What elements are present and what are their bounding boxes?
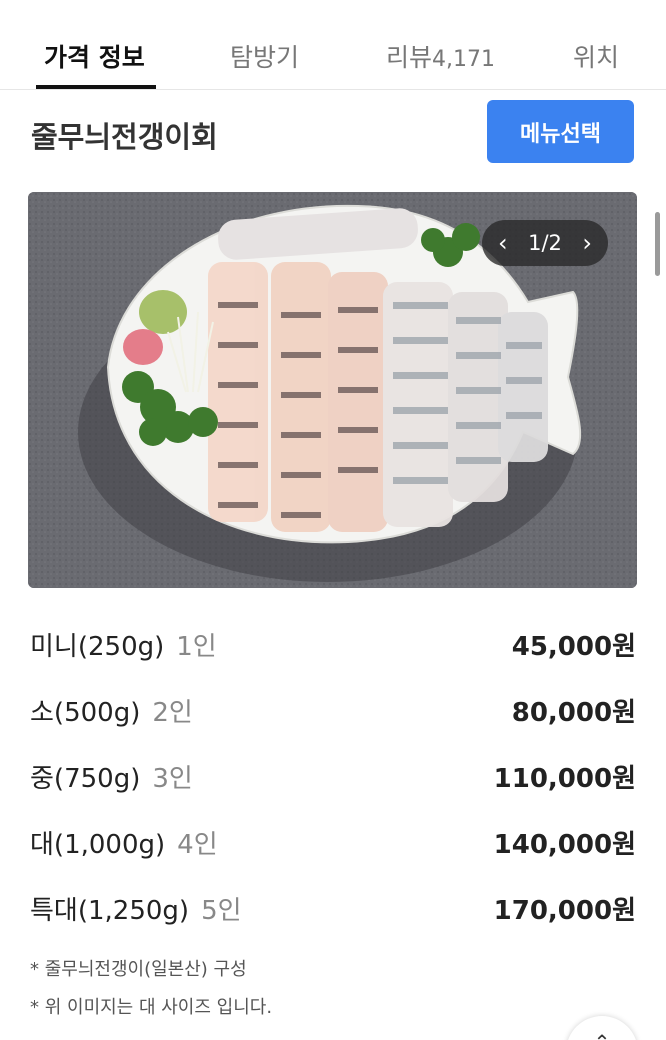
size-label: 특대(1,250g) [30, 896, 190, 926]
size-label: 대(1,000g) [30, 830, 166, 860]
serving-count: 1인 [176, 632, 217, 662]
chevron-right-icon[interactable]: › [582, 231, 592, 255]
size-label: 미니(250g) [30, 632, 165, 662]
menu-title: 줄무늬전갱이회 [31, 120, 218, 154]
menu-notes: * 줄무늬전갱이(일본산) 구성 * 위 이미지는 대 사이즈 입니다. [30, 955, 272, 1031]
size-label: 소(500g) [30, 698, 141, 728]
price-row: 대(1,000g) 4인 140,000원 [0, 810, 666, 870]
serving-count: 4인 [177, 830, 218, 860]
size-label: 중(750g) [30, 764, 141, 794]
item-name: 미니(250g) 1인 [30, 626, 217, 663]
menu-select-button[interactable]: 메뉴선택 [487, 100, 634, 163]
note-origin: * 줄무늬전갱이(일본산) 구성 [30, 959, 247, 980]
tab-visit-review[interactable]: 탐방기 [230, 38, 299, 74]
item-price: 170,000원 [493, 896, 636, 926]
scroll-top-button[interactable]: ⌃ [566, 1016, 638, 1040]
chevron-up-icon: ⌃ [594, 1030, 611, 1040]
scrollbar[interactable] [655, 212, 660, 276]
serving-count: 2인 [152, 698, 193, 728]
price-row: 미니(250g) 1인 45,000원 [0, 612, 666, 672]
item-price: 110,000원 [493, 764, 636, 794]
tab-label: 위치 [573, 43, 620, 72]
serving-count: 5인 [201, 896, 242, 926]
image-pager: ‹ 1/2 › [482, 220, 608, 266]
item-price: 140,000원 [493, 830, 636, 860]
price-row: 특대(1,250g) 5인 170,000원 [0, 876, 666, 936]
item-name: 특대(1,250g) 5인 [30, 890, 242, 927]
note-image-size: * 위 이미지는 대 사이즈 입니다. [30, 997, 273, 1018]
tab-label: 탐방기 [230, 43, 300, 72]
serving-count: 3인 [152, 764, 193, 794]
chevron-left-icon[interactable]: ‹ [498, 231, 508, 255]
tab-reviews[interactable]: 리뷰4,171 [386, 38, 495, 74]
item-price: 80,000원 [511, 698, 636, 728]
price-row: 중(750g) 3인 110,000원 [0, 744, 666, 804]
item-name: 소(500g) 2인 [30, 692, 193, 729]
item-name: 중(750g) 3인 [30, 758, 193, 795]
item-price: 45,000원 [511, 632, 636, 662]
tab-label: 가격 정보 [44, 43, 145, 72]
item-name: 대(1,000g) 4인 [30, 824, 218, 861]
tab-bar: 가격 정보 탐방기 리뷰4,171 위치 [0, 0, 666, 90]
review-count: 4,171 [432, 47, 495, 72]
tab-location[interactable]: 위치 [573, 38, 619, 74]
pager-count: 1/2 [528, 231, 562, 255]
price-row: 소(500g) 2인 80,000원 [0, 678, 666, 738]
menu-header: 줄무늬전갱이회 메뉴선택 [0, 100, 666, 170]
tab-price-info[interactable]: 가격 정보 [44, 38, 145, 74]
active-tab-indicator [36, 85, 156, 89]
tab-label: 리뷰 [386, 43, 433, 72]
